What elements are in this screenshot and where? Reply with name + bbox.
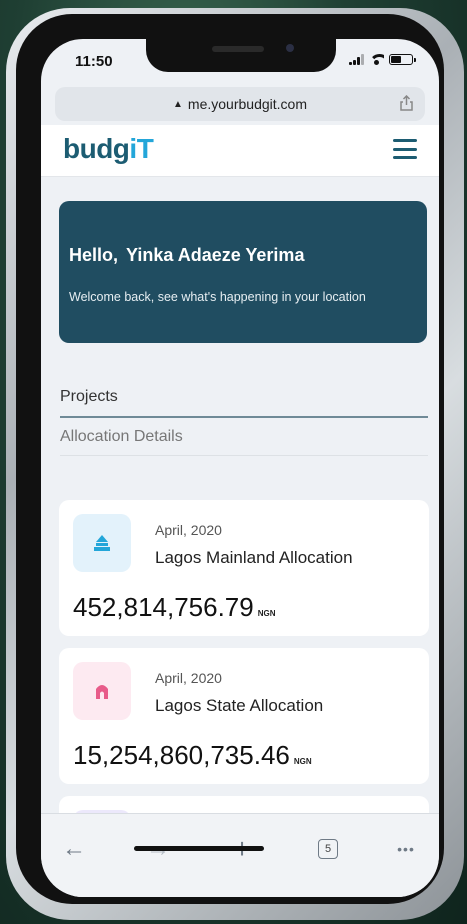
back-button[interactable]: ← (59, 834, 89, 864)
budgit-logo[interactable]: budgiT (63, 133, 154, 165)
phone-screen: 11:50 ▲ me.yourbudgit.com budgiT Hello, Y… (41, 39, 439, 897)
url-text: me.yourbudgit.com (187, 96, 307, 112)
currency-label: NGN (293, 757, 312, 766)
browser-toolbar: ← → + 5 ••• (41, 813, 439, 897)
allocation-amount: 15,254,860,735.46 NGN (73, 740, 312, 771)
logo-accent: iT (129, 133, 154, 164)
share-icon[interactable] (400, 95, 413, 111)
building-icon (73, 514, 131, 572)
tab-allocation-details[interactable]: Allocation Details (60, 428, 183, 446)
allocation-date: April, 2020 (155, 522, 222, 538)
logo-text: budg (63, 133, 130, 164)
more-menu-button[interactable]: ••• (391, 834, 421, 864)
status-icons (349, 54, 416, 65)
menu-icon[interactable] (393, 139, 417, 159)
allocation-card-mainland[interactable]: April, 2020 Lagos Mainland Allocation 45… (59, 500, 429, 636)
allocation-card-state[interactable]: April, 2020 Lagos State Allocation 15,25… (59, 648, 429, 784)
amount-value: 452,814,756.79 (73, 592, 254, 622)
user-name: Yinka Adaeze Yerima (126, 245, 305, 265)
front-camera (286, 44, 294, 52)
tabs-count: 5 (318, 839, 338, 859)
tab-divider (60, 455, 428, 456)
tab-active-indicator (60, 416, 428, 418)
wifi-icon (369, 54, 384, 65)
lock-icon: ▲ (173, 98, 183, 110)
address-bar[interactable]: ▲ me.yourbudgit.com (55, 87, 425, 121)
currency-label: NGN (257, 609, 276, 618)
welcome-message: Welcome back, see what's happening in yo… (69, 290, 366, 304)
speaker-grille (212, 46, 264, 52)
home-indicator[interactable] (134, 846, 264, 851)
allocation-date: April, 2020 (155, 670, 222, 686)
arch-icon (73, 662, 131, 720)
welcome-card: Hello, Yinka Adaeze Yerima Welcome back, … (59, 201, 427, 343)
tabs-button[interactable]: 5 (313, 834, 343, 864)
allocation-name: Lagos Mainland Allocation (155, 548, 353, 567)
app-header: budgiT (41, 125, 439, 177)
tab-projects[interactable]: Projects (60, 388, 118, 406)
greeting: Hello, Yinka Adaeze Yerima (69, 245, 304, 266)
phone-notch (146, 38, 336, 72)
allocation-amount: 452,814,756.79 NGN (73, 592, 276, 623)
status-time: 11:50 (75, 53, 113, 70)
amount-value: 15,254,860,735.46 (73, 740, 290, 770)
battery-icon (389, 54, 416, 65)
greeting-text: Hello, (69, 245, 119, 265)
signal-icon (349, 54, 364, 65)
allocation-name: Lagos State Allocation (155, 696, 324, 715)
